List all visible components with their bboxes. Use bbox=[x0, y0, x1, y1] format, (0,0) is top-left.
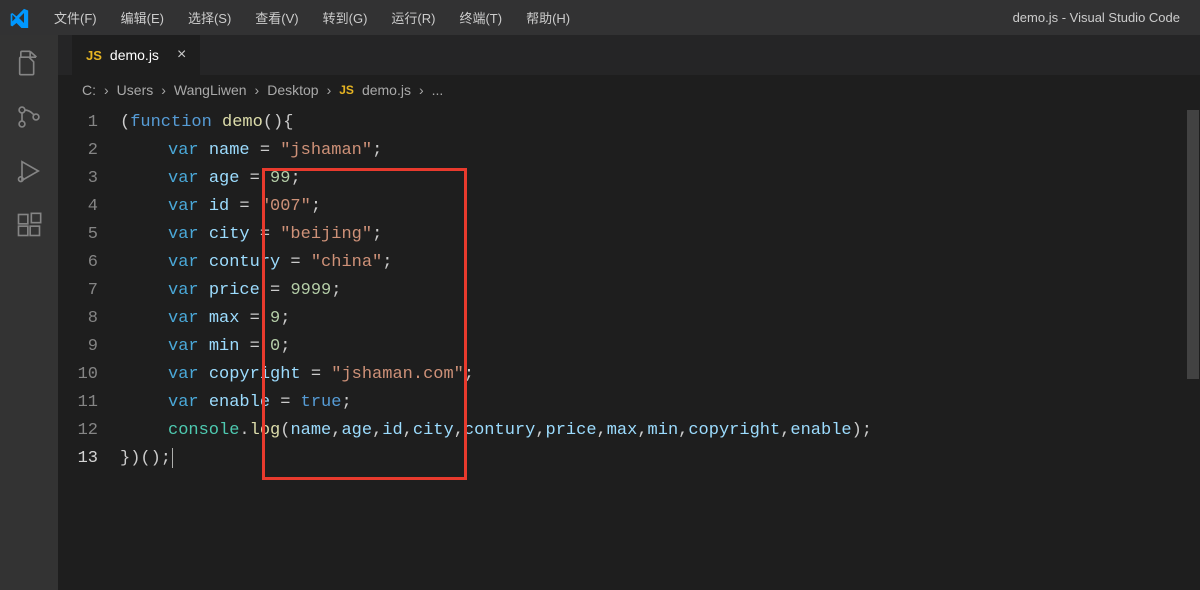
menu-view[interactable]: 查看(V) bbox=[243, 4, 310, 31]
line-number: 9 bbox=[58, 333, 98, 361]
tab-demo-js[interactable]: JS demo.js × bbox=[72, 35, 201, 75]
breadcrumb-part[interactable]: Users bbox=[117, 82, 154, 98]
line-number: 7 bbox=[58, 277, 98, 305]
menu-terminal[interactable]: 终端(T) bbox=[447, 4, 514, 31]
line-number: 3 bbox=[58, 165, 98, 193]
editor-tabs: JS demo.js × bbox=[58, 35, 1200, 75]
text-cursor bbox=[172, 448, 173, 468]
code-editor[interactable]: 12345678910111213 (function demo(){var n… bbox=[58, 105, 1200, 590]
chevron-icon: › bbox=[161, 82, 166, 98]
line-number: 10 bbox=[58, 361, 98, 389]
line-number: 12 bbox=[58, 417, 98, 445]
breadcrumb-part[interactable]: Desktop bbox=[267, 82, 318, 98]
line-number: 8 bbox=[58, 305, 98, 333]
chevron-icon: › bbox=[255, 82, 260, 98]
vertical-scrollbar[interactable] bbox=[1186, 110, 1200, 590]
chevron-icon: › bbox=[327, 82, 332, 98]
titlebar: 文件(F) 编辑(E) 选择(S) 查看(V) 转到(G) 运行(R) 终端(T… bbox=[0, 0, 1200, 35]
menu-run[interactable]: 运行(R) bbox=[379, 4, 447, 31]
js-file-icon: JS bbox=[339, 83, 354, 97]
explorer-icon[interactable] bbox=[13, 47, 45, 79]
breadcrumb-part[interactable]: C: bbox=[82, 82, 96, 98]
line-number: 2 bbox=[58, 137, 98, 165]
menu-selection[interactable]: 选择(S) bbox=[176, 4, 243, 31]
line-number: 1 bbox=[58, 109, 98, 137]
close-icon[interactable]: × bbox=[177, 46, 186, 64]
code-line[interactable]: var copyright = "jshaman.com"; bbox=[120, 361, 1200, 389]
menu-help[interactable]: 帮助(H) bbox=[514, 4, 582, 31]
code-line[interactable]: var contury = "china"; bbox=[120, 249, 1200, 277]
extensions-icon[interactable] bbox=[13, 209, 45, 241]
code-line[interactable]: var min = 0; bbox=[120, 333, 1200, 361]
menu-file[interactable]: 文件(F) bbox=[42, 4, 109, 31]
code-line[interactable]: var city = "beijing"; bbox=[120, 221, 1200, 249]
line-number: 11 bbox=[58, 389, 98, 417]
tab-label: demo.js bbox=[110, 47, 159, 63]
chevron-icon: › bbox=[419, 82, 424, 98]
menu-go[interactable]: 转到(G) bbox=[311, 4, 380, 31]
code-line[interactable]: var max = 9; bbox=[120, 305, 1200, 333]
code-line[interactable]: var id = "007"; bbox=[120, 193, 1200, 221]
editor-area: JS demo.js × C: › Users › WangLiwen › Deskt… bbox=[58, 35, 1200, 590]
line-number: 6 bbox=[58, 249, 98, 277]
line-number: 13 bbox=[58, 445, 98, 473]
vscode-icon bbox=[8, 7, 30, 29]
menu-edit[interactable]: 编辑(E) bbox=[109, 4, 176, 31]
window-title: demo.js - Visual Studio Code bbox=[582, 10, 1192, 25]
js-file-icon: JS bbox=[86, 48, 102, 63]
code-line[interactable]: (function demo(){ bbox=[120, 109, 1200, 137]
code-line[interactable]: var age = 99; bbox=[120, 165, 1200, 193]
breadcrumb-part[interactable]: WangLiwen bbox=[174, 82, 247, 98]
breadcrumb-file[interactable]: demo.js bbox=[362, 82, 411, 98]
code-line[interactable]: })(); bbox=[120, 445, 1200, 473]
line-number: 4 bbox=[58, 193, 98, 221]
activity-bar bbox=[0, 35, 58, 590]
scrollbar-thumb[interactable] bbox=[1187, 110, 1199, 379]
line-number-gutter: 12345678910111213 bbox=[58, 109, 120, 590]
code-line[interactable]: var enable = true; bbox=[120, 389, 1200, 417]
run-debug-icon[interactable] bbox=[13, 155, 45, 187]
code-line[interactable]: var price = 9999; bbox=[120, 277, 1200, 305]
menu-bar: 文件(F) 编辑(E) 选择(S) 查看(V) 转到(G) 运行(R) 终端(T… bbox=[42, 4, 582, 31]
breadcrumb[interactable]: C: › Users › WangLiwen › Desktop › JS demo.j… bbox=[58, 75, 1200, 105]
breadcrumb-symbol[interactable]: ... bbox=[432, 82, 444, 98]
chevron-icon: › bbox=[104, 82, 109, 98]
code-content[interactable]: (function demo(){var name = "jshaman";va… bbox=[120, 109, 1200, 590]
code-line[interactable]: console.log(name,age,id,city,contury,pri… bbox=[120, 417, 1200, 445]
code-line[interactable]: var name = "jshaman"; bbox=[120, 137, 1200, 165]
source-control-icon[interactable] bbox=[13, 101, 45, 133]
line-number: 5 bbox=[58, 221, 98, 249]
